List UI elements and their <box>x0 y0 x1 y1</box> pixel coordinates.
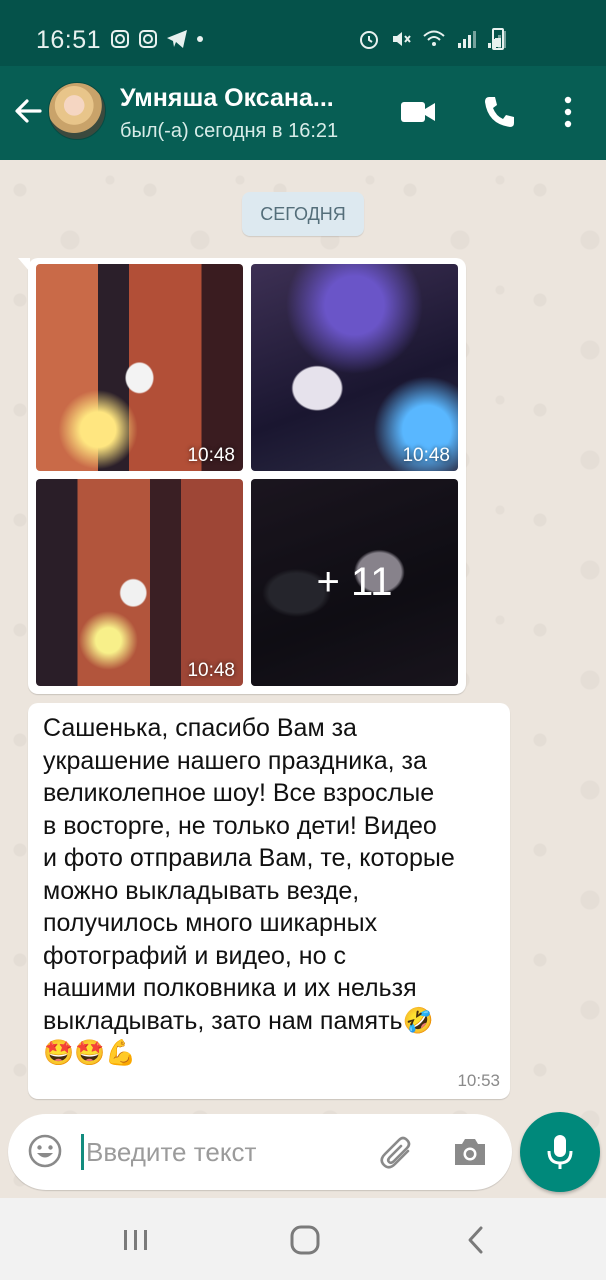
contact-name[interactable]: Умняша Оксана... <box>120 84 334 113</box>
album-photo[interactable]: 10:48 <box>251 264 458 471</box>
back-icon[interactable] <box>462 1222 490 1258</box>
date-divider: СЕГОДНЯ <box>242 192 364 236</box>
status-time: 16:51 <box>36 26 102 54</box>
last-seen-status[interactable]: был(-а) сегодня в 16:21 <box>120 120 338 143</box>
more-photos-count: + 11 <box>251 479 458 686</box>
instagram-icon <box>111 30 129 48</box>
voice-message-button[interactable] <box>520 1112 600 1192</box>
wifi-icon <box>423 30 445 46</box>
text-message[interactable]: Сашенька, спасибо Вам за украшение нашег… <box>28 703 510 1099</box>
voice-call-icon[interactable] <box>482 94 516 130</box>
back-arrow-icon[interactable] <box>10 93 46 129</box>
alarm-icon <box>360 31 378 49</box>
instagram-icon <box>139 30 157 48</box>
telegram-icon <box>167 30 187 48</box>
system-icons <box>358 28 506 50</box>
attach-icon[interactable] <box>378 1134 416 1172</box>
camera-icon[interactable] <box>451 1134 489 1170</box>
home-icon[interactable] <box>287 1222 323 1258</box>
more-options-icon[interactable] <box>562 94 574 130</box>
recents-icon[interactable] <box>120 1222 152 1258</box>
signal-icon <box>458 31 476 48</box>
chat-header: Умняша Оксана... был(-а) сегодня в 16:21 <box>0 66 606 160</box>
message-text: Сашенька, спасибо Вам за украшение нашег… <box>43 714 455 1067</box>
status-bar: 16:51 <box>0 0 606 66</box>
message-timestamp: 10:53 <box>457 1071 500 1090</box>
album-photo-more[interactable]: + 11 <box>251 479 458 686</box>
notification-icons <box>110 29 204 49</box>
video-call-icon[interactable] <box>399 94 437 130</box>
photo-timestamp: 10:48 <box>402 445 450 466</box>
album-photo[interactable]: 10:48 <box>36 479 243 686</box>
photo-timestamp: 10:48 <box>187 445 235 466</box>
dot-icon <box>197 36 203 42</box>
album-photo[interactable]: 10:48 <box>36 264 243 471</box>
battery-icon <box>492 28 504 50</box>
contact-avatar[interactable] <box>48 82 106 140</box>
photo-album-message[interactable]: 10:48 10:48 10:48 + 11 <box>18 258 466 694</box>
system-nav-bar <box>0 1198 606 1280</box>
microphone-icon <box>547 1135 573 1169</box>
message-composer <box>8 1114 512 1190</box>
message-input[interactable] <box>86 1132 366 1172</box>
photo-timestamp: 10:48 <box>187 660 235 681</box>
text-cursor <box>81 1134 84 1170</box>
mute-icon <box>393 32 411 46</box>
emoji-icon[interactable] <box>26 1132 64 1170</box>
